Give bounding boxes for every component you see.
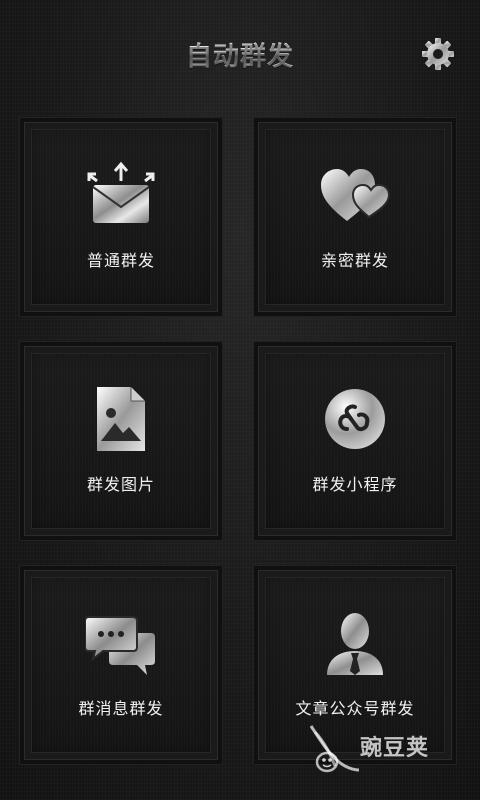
tile-group-message-broadcast[interactable]: 群消息群发 (24, 570, 218, 760)
official-account-icon (327, 613, 383, 675)
feature-grid: 普通群发 亲密群发 群发图片 群发小程序 群消息群发 文章公众号群发 (0, 0, 480, 800)
tile-label: 亲密群发 (320, 251, 389, 270)
tile-label: 群发小程序 (312, 475, 398, 494)
chat-bubbles-icon (85, 616, 155, 675)
tile-mini-program-broadcast[interactable]: 群发小程序 (258, 346, 452, 536)
tile-normal-broadcast[interactable]: 普通群发 (24, 122, 218, 312)
watermark: 豌豆荚 (305, 722, 465, 778)
tile-label: 群消息群发 (78, 699, 164, 718)
watermark-text: 豌豆荚 (360, 736, 430, 761)
tile-label: 文章公众号群发 (295, 699, 415, 718)
tile-label: 普通群发 (86, 251, 155, 270)
pea-pod-logo-icon (309, 725, 360, 773)
hearts-icon (321, 169, 391, 221)
image-file-icon (97, 387, 145, 451)
tile-label: 群发图片 (86, 475, 155, 494)
envelope-share-icon (87, 161, 155, 223)
tile-intimate-broadcast[interactable]: 亲密群发 (258, 122, 452, 312)
tile-image-broadcast[interactable]: 群发图片 (24, 346, 218, 536)
mini-program-icon (325, 389, 385, 449)
